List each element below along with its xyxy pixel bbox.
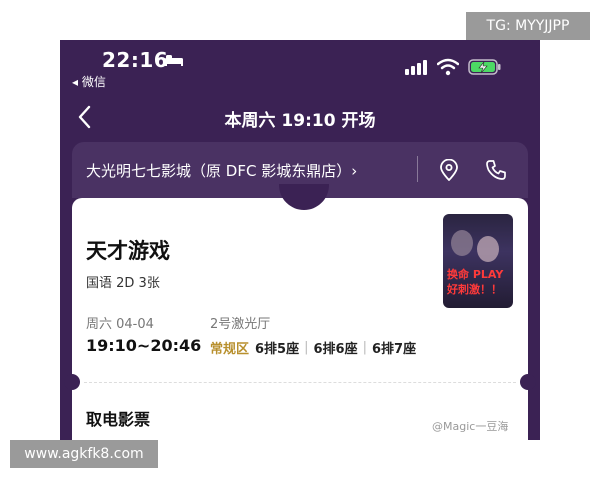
- phone-call-icon[interactable]: [485, 159, 507, 181]
- screenshot-stage: 22:16 ◂ 微信 本周六 19:10 开场 大光明七七影城（原 DFC 影城…: [0, 0, 600, 480]
- status-bar: 22:16 ◂ 微信: [60, 40, 540, 96]
- divider: [417, 156, 418, 182]
- page-title: 本周六 19:10 开场: [224, 111, 376, 131]
- seat-zone: 常规区: [210, 342, 250, 357]
- hall-name: 2号激光厅: [210, 317, 271, 332]
- seat-info: 常规区 6排5座 | 6排6座 | 6排7座: [210, 338, 416, 357]
- ticket-perforation: [84, 382, 516, 383]
- show-date: 周六 04-04: [86, 317, 154, 332]
- poster-tagline: 换命 PLAY 好刺激！！: [447, 268, 504, 296]
- seat-label: 6排7座: [371, 342, 417, 357]
- battery-charging-icon: [468, 59, 501, 75]
- back-to-wechat-link[interactable]: ◂ 微信: [72, 73, 106, 90]
- site-watermark-badge: www.agkfk8.com: [10, 440, 158, 468]
- film-title: 天才游戏: [86, 239, 170, 263]
- location-pin-icon[interactable]: [439, 159, 459, 181]
- wifi-icon: [437, 58, 459, 76]
- cinema-name-link[interactable]: 大光明七七影城（原 DFC 影城东鼎店）›: [86, 160, 357, 181]
- poster-figure: [477, 236, 499, 262]
- show-time-range: 19:10~20:46: [86, 336, 202, 355]
- ticket-cutout-left: [64, 374, 80, 390]
- seat-separator: |: [304, 340, 309, 355]
- phone-screen: 22:16 ◂ 微信 本周六 19:10 开场 大光明七七影城（原 DFC 影城…: [60, 40, 540, 440]
- tg-watermark-badge: TG: MYYJJPP: [466, 12, 590, 40]
- film-meta: 国语 2D 3张: [86, 276, 160, 291]
- ticket-notch: [279, 184, 329, 210]
- navigation-bar: 本周六 19:10 开场: [60, 102, 540, 134]
- poster-figure: [451, 230, 473, 256]
- seat-label: 6排5座: [255, 342, 300, 357]
- seat-separator: |: [362, 340, 367, 355]
- weibo-watermark: @Magic一豆海: [432, 420, 509, 433]
- cell-signal-icon: [405, 60, 427, 75]
- ticket-card: 天才游戏 国语 2D 3张 换命 PLAY 好刺激！！ 周六 04-04 2号激…: [64, 184, 536, 440]
- pickup-section-title: 取电影票: [86, 410, 151, 429]
- status-time: 22:16: [102, 48, 169, 72]
- ticket-cutout-right: [520, 374, 536, 390]
- sleep-mode-icon: [165, 55, 183, 66]
- film-poster[interactable]: 换命 PLAY 好刺激！！: [443, 214, 513, 308]
- seat-label: 6排6座: [313, 342, 358, 357]
